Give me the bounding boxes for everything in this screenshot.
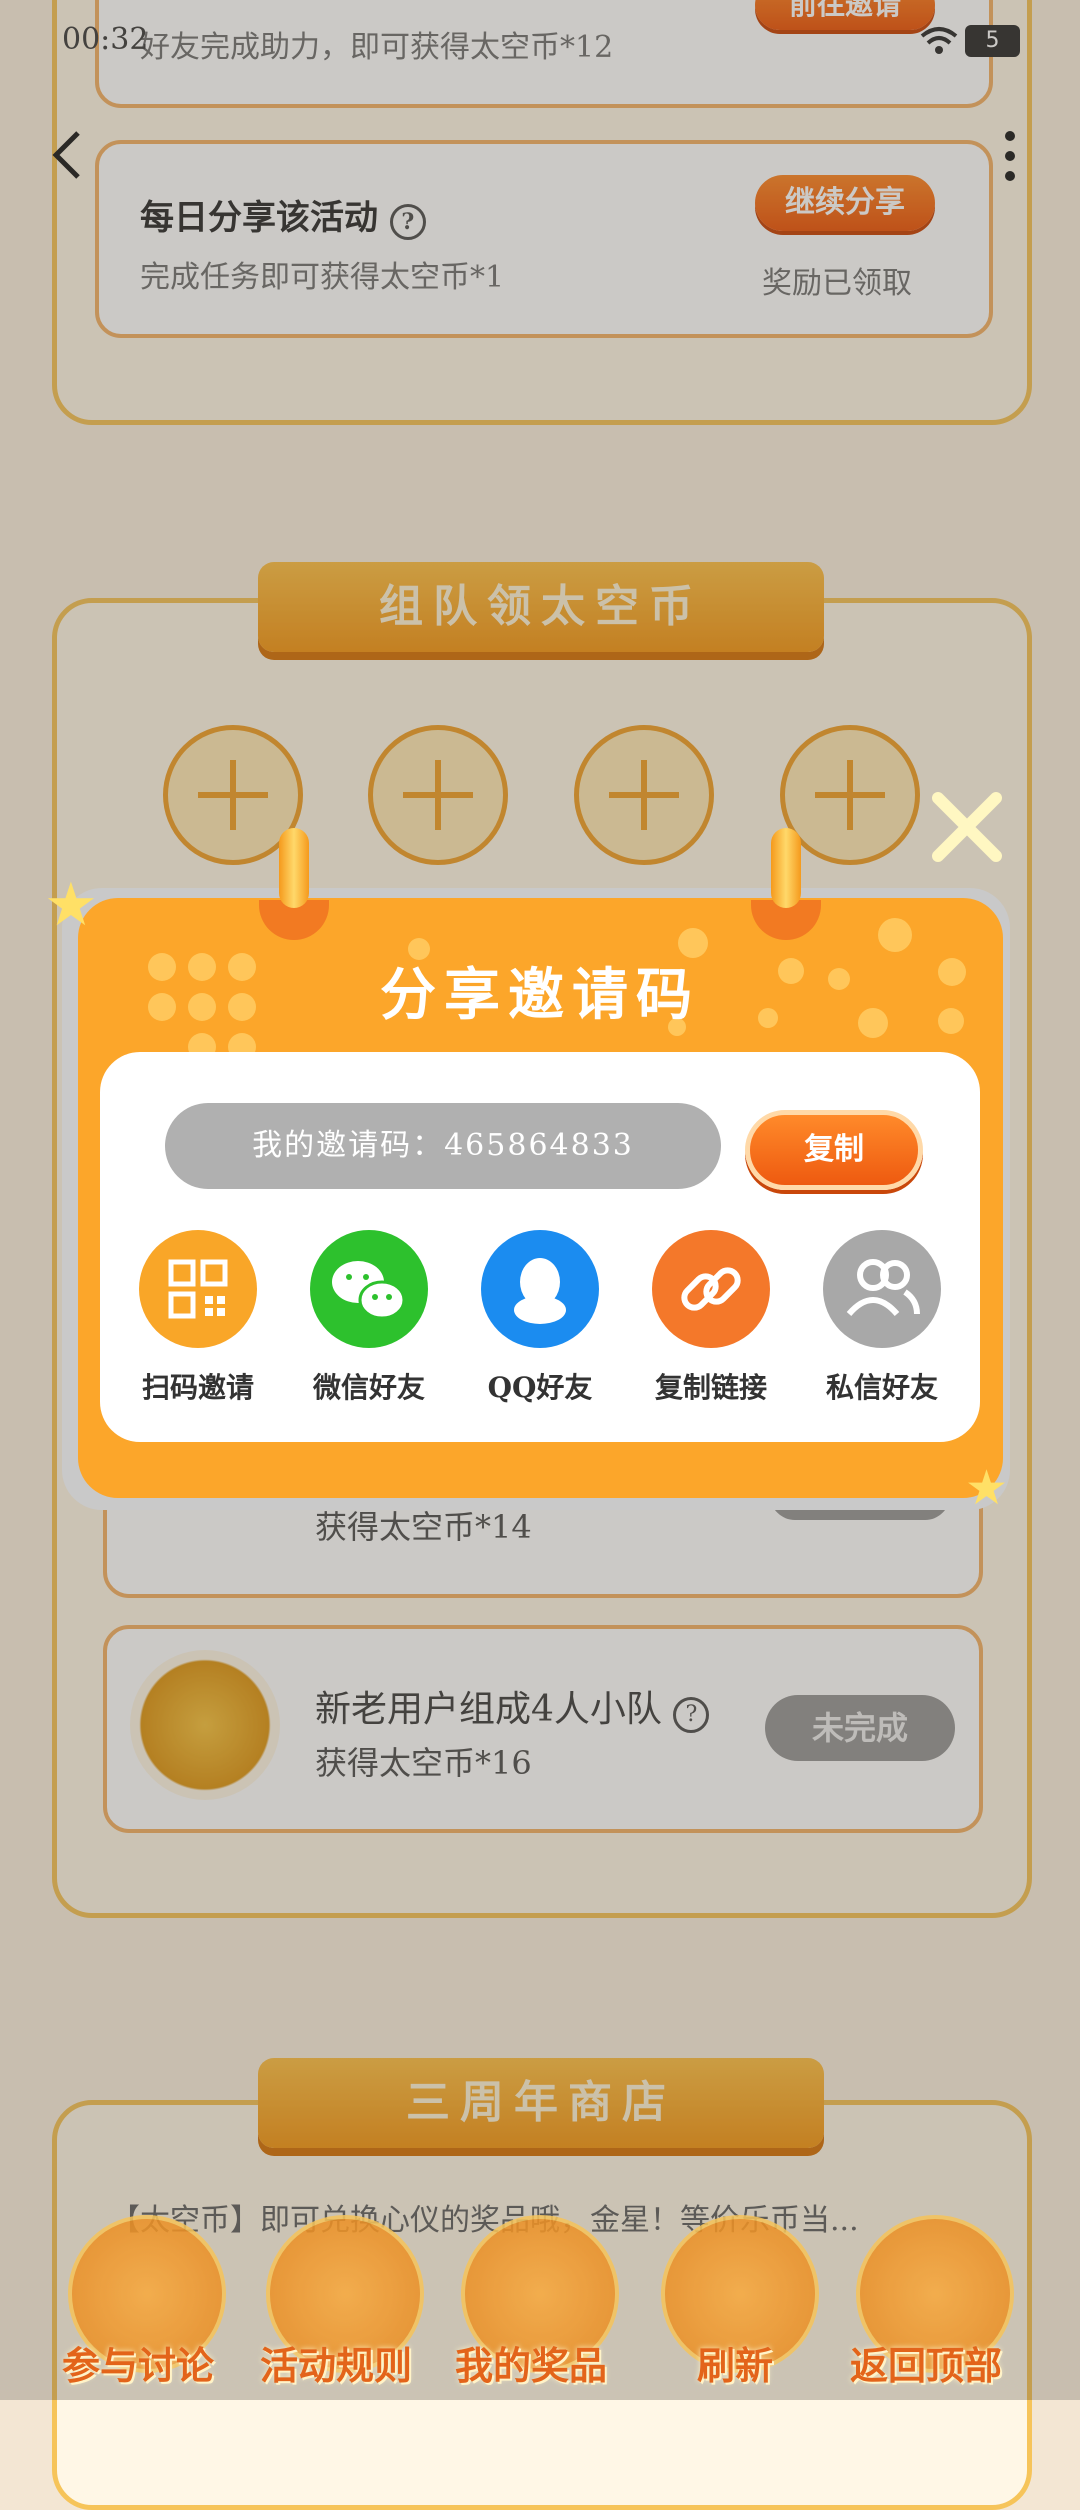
bottom-nav-label: 刷新 — [697, 2344, 774, 2388]
share-option-link[interactable]: 复制链接 — [636, 1230, 786, 1406]
bottom-nav-label: 活动规则 — [260, 2344, 413, 2388]
friends-icon — [823, 1230, 941, 1348]
link-icon — [652, 1230, 770, 1348]
bottom-nav-discuss[interactable]: 参与讨论 — [62, 2215, 232, 2400]
wechat-icon — [310, 1230, 428, 1348]
share-option-wechat[interactable]: 微信好友 — [294, 1230, 444, 1406]
share-option-label: 微信好友 — [312, 1371, 425, 1404]
share-option-label: 扫码邀请 — [141, 1371, 254, 1404]
modal-ring-left — [279, 828, 309, 908]
star-decoration-icon: ★ — [965, 1460, 1009, 1516]
bottom-nav-top[interactable]: 返回顶部 — [850, 2215, 1020, 2400]
share-option-label: QQ好友 — [487, 1371, 593, 1404]
bottom-nav-refresh[interactable]: 刷新 — [655, 2215, 825, 2400]
qr-code-icon — [139, 1230, 257, 1348]
share-option-label: 复制链接 — [654, 1371, 767, 1404]
share-option-qq[interactable]: QQ好友 — [465, 1230, 615, 1406]
bottom-nav-label: 我的奖品 — [455, 2344, 608, 2388]
copy-code-button[interactable]: 复制 — [745, 1110, 923, 1190]
modal-title: 分享邀请码 — [380, 962, 700, 1028]
qq-penguin-icon — [481, 1230, 599, 1348]
bottom-nav-label: 返回顶部 — [850, 2344, 1003, 2388]
bottom-nav-label: 参与讨论 — [62, 2344, 215, 2388]
bottom-nav-rules[interactable]: 活动规则 — [260, 2215, 430, 2400]
share-option-qr[interactable]: 扫码邀请 — [123, 1230, 273, 1406]
bottom-nav-prizes[interactable]: 我的奖品 — [455, 2215, 625, 2400]
share-option-friends[interactable]: 私信好友 — [807, 1230, 957, 1406]
modal-ring-right — [771, 828, 801, 908]
close-x-icon[interactable] — [930, 790, 1004, 864]
share-option-label: 私信好友 — [825, 1371, 938, 1404]
star-decoration-icon: ★ — [44, 870, 98, 940]
invite-code-display: 我的邀请码：465864833 — [165, 1103, 721, 1189]
